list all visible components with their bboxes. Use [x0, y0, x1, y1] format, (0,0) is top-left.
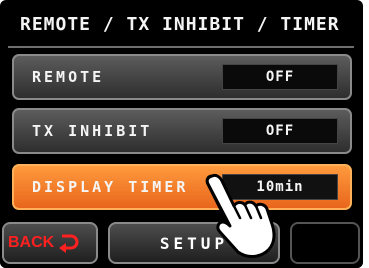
setup-button[interactable]: SETUP [108, 222, 280, 264]
remote-setting-row[interactable]: REMOTE OFF [12, 54, 352, 100]
tx-inhibit-label: TX INHIBIT [32, 122, 153, 140]
setup-label: SETUP [159, 233, 229, 253]
remote-value: OFF [222, 64, 338, 90]
remote-label: REMOTE [32, 68, 105, 86]
display-timer-value: 10min [222, 174, 338, 200]
title-divider [8, 46, 354, 48]
bottom-bar: BACK SETUP [0, 220, 363, 268]
back-arrow-icon [59, 234, 79, 253]
display-timer-setting-row[interactable]: DISPLAY TIMER 10min [12, 164, 352, 210]
back-label: BACK [8, 234, 55, 251]
tx-inhibit-setting-row[interactable]: TX INHIBIT OFF [12, 108, 352, 154]
device-screen: REMOTE / TX INHIBIT / TIMER REMOTE OFF T… [0, 0, 363, 268]
page-title: REMOTE / TX INHIBIT / TIMER [20, 13, 340, 35]
back-button[interactable]: BACK [2, 222, 98, 264]
title-bar: REMOTE / TX INHIBIT / TIMER [6, 4, 356, 44]
display-timer-label: DISPLAY TIMER [32, 178, 189, 196]
blank-softkey-button[interactable] [290, 222, 360, 264]
tx-inhibit-value: OFF [222, 118, 338, 144]
